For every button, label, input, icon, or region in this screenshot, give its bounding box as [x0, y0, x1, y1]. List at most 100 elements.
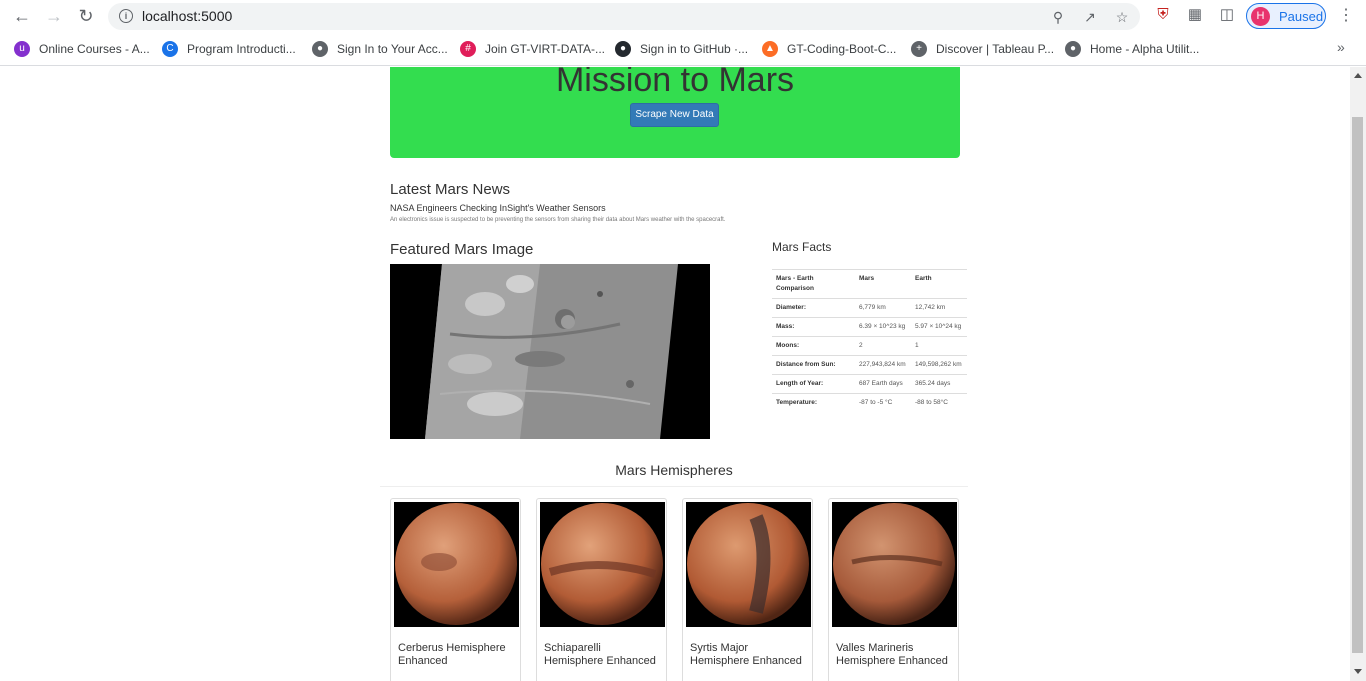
row-label: Moons:	[772, 336, 855, 356]
online-courses-icon: u	[14, 41, 30, 57]
row-label: Length of Year:	[772, 374, 855, 394]
row-label: Temperature:	[772, 393, 855, 412]
bookmark-label: Online Courses - A...	[39, 42, 150, 56]
bookmark-label: Sign in to GitHub ·...	[640, 42, 749, 56]
earth-value: 365.24 days	[911, 374, 967, 394]
scrape-button[interactable]: Scrape New Data	[630, 103, 719, 127]
bookmarks-overflow-icon[interactable]: »	[1337, 39, 1345, 55]
table-row: Moons: 2 1	[772, 336, 967, 356]
mars-value: 6.39 × 10^23 kg	[855, 317, 911, 337]
divider	[380, 486, 968, 487]
bookmark-label: GT-Coding-Boot-C...	[787, 42, 897, 56]
site-info-icon[interactable]: i	[119, 9, 133, 23]
zoom-icon[interactable]: ⚲	[1050, 9, 1066, 25]
bookmark-label: Discover | Tableau P...	[936, 42, 1055, 56]
scroll-down-arrow-icon[interactable]	[1354, 669, 1362, 674]
address-bar[interactable]: i localhost:5000 ⚲ ↗ ☆	[108, 3, 1140, 30]
bookmark-label: Sign In to Your Acc...	[337, 42, 448, 56]
hemisphere-title[interactable]: Cerberus Hemisphere Enhanced	[398, 642, 516, 668]
back-arrow-icon[interactable]: ←	[10, 5, 34, 27]
bookmark-star-icon[interactable]: ☆	[1114, 9, 1130, 25]
bookmark-label: Join GT-VIRT-DATA-...	[485, 42, 606, 56]
page-title: Mission to Mars	[555, 67, 795, 99]
page-viewport: Mission to Mars Scrape New Data Latest M…	[0, 67, 1350, 681]
hemisphere-card[interactable]: Schiaparelli Hemisphere Enhanced	[536, 498, 667, 681]
table-row: Temperature: -87 to -5 °C -88 to 58°C	[772, 393, 967, 412]
hemisphere-title[interactable]: Valles Marineris Hemisphere Enhanced	[836, 642, 954, 668]
hemisphere-image[interactable]	[540, 502, 665, 627]
table-row: Distance from Sun: 227,943,824 km 149,59…	[772, 355, 967, 375]
bookmark-item[interactable]: C Program Introducti...	[162, 40, 296, 58]
earth-value: 1	[911, 336, 967, 356]
side-panel-icon[interactable]: ◫	[1218, 6, 1236, 24]
table-row: Length of Year: 687 Earth days 365.24 da…	[772, 374, 967, 394]
row-label: Distance from Sun:	[772, 355, 855, 375]
address-url: localhost:5000	[142, 8, 233, 24]
bookmark-item[interactable]: ▲ GT-Coding-Boot-C...	[762, 40, 896, 58]
scroll-up-arrow-icon[interactable]	[1354, 73, 1362, 78]
row-label: Diameter:	[772, 298, 855, 318]
profile-button[interactable]: H Paused	[1246, 3, 1326, 29]
profile-status: Paused	[1279, 9, 1324, 24]
bookmark-item[interactable]: u Online Courses - A...	[14, 40, 150, 58]
program-intro-icon: C	[162, 41, 178, 57]
extension-shield-icon[interactable]: ⛨	[1154, 6, 1172, 24]
bookmark-label: Program Introducti...	[187, 42, 296, 56]
reload-icon[interactable]: ↻	[74, 5, 98, 27]
hemisphere-card[interactable]: Valles Marineris Hemisphere Enhanced	[828, 498, 959, 681]
row-label: Mass:	[772, 317, 855, 337]
mars-value: 2	[855, 336, 911, 356]
globe-icon: ●	[312, 41, 328, 57]
hemisphere-card[interactable]: Syrtis Major Hemisphere Enhanced	[682, 498, 813, 681]
hemisphere-title[interactable]: Syrtis Major Hemisphere Enhanced	[690, 642, 808, 668]
share-icon[interactable]: ↗	[1082, 9, 1098, 25]
facts-heading: Mars Facts	[772, 240, 832, 254]
featured-heading: Featured Mars Image	[390, 241, 534, 258]
mars-value: 687 Earth days	[855, 374, 911, 394]
table-row: Mass: 6.39 × 10^23 kg 5.97 × 10^24 kg	[772, 317, 967, 337]
jumbotron: Mission to Mars Scrape New Data	[390, 67, 960, 158]
bookmark-item[interactable]: ● Home - Alpha Utilit...	[1065, 40, 1199, 58]
more-menu-icon[interactable]: ⋮	[1338, 7, 1354, 25]
facts-table: Mars - Earth Comparison Mars Earth Diame…	[772, 269, 967, 412]
bookmark-item[interactable]: ● Sign in to GitHub ·...	[615, 40, 748, 58]
column-header: Mars	[855, 269, 911, 299]
bookmark-label: Home - Alpha Utilit...	[1090, 42, 1200, 56]
featured-image[interactable]	[390, 264, 710, 439]
globe-icon: ●	[1065, 41, 1081, 57]
vertical-scrollbar[interactable]	[1350, 67, 1366, 681]
bookmark-item[interactable]: + Discover | Tableau P...	[911, 40, 1054, 58]
news-paragraph: An electronics issue is suspected to be …	[390, 217, 726, 223]
hemisphere-image[interactable]	[832, 502, 957, 627]
scrollbar-thumb[interactable]	[1352, 117, 1363, 653]
earth-value: 149,598,262 km	[911, 355, 967, 375]
column-header: Earth	[911, 269, 967, 299]
avatar: H	[1251, 7, 1270, 26]
news-title: NASA Engineers Checking InSight's Weathe…	[390, 203, 606, 213]
hemisphere-image[interactable]	[394, 502, 519, 627]
hemisphere-card[interactable]: Cerberus Hemisphere Enhanced	[390, 498, 521, 681]
forward-arrow-icon[interactable]: →	[42, 5, 66, 27]
slack-icon: #	[460, 41, 476, 57]
earth-value: 5.97 × 10^24 kg	[911, 317, 967, 337]
mars-value: 6,779 km	[855, 298, 911, 318]
github-icon: ●	[615, 41, 631, 57]
hemispheres-heading: Mars Hemispheres	[615, 462, 733, 478]
bookmark-item[interactable]: ● Sign In to Your Acc...	[312, 40, 448, 58]
mars-value: -87 to -5 °C	[855, 393, 911, 412]
table-header-row: Mars - Earth Comparison Mars Earth	[772, 269, 967, 299]
hemisphere-image[interactable]	[686, 502, 811, 627]
table-row: Diameter: 6,779 km 12,742 km	[772, 298, 967, 318]
column-header: Mars - Earth Comparison	[772, 269, 855, 299]
extensions-puzzle-icon[interactable]: ▦	[1186, 6, 1204, 24]
earth-value: -88 to 58°C	[911, 393, 967, 412]
earth-value: 12,742 km	[911, 298, 967, 318]
browser-toolbar: ← → ↻ i localhost:5000 ⚲ ↗ ☆ ⛨ ▦ ◫ H Pau…	[0, 0, 1366, 33]
news-heading: Latest Mars News	[390, 181, 511, 198]
bookmark-item[interactable]: # Join GT-VIRT-DATA-...	[460, 40, 605, 58]
gitlab-icon: ▲	[762, 41, 778, 57]
bookmarks-bar: u Online Courses - A... C Program Introduc…	[0, 33, 1366, 66]
mars-value: 227,943,824 km	[855, 355, 911, 375]
hemisphere-title[interactable]: Schiaparelli Hemisphere Enhanced	[544, 642, 662, 668]
tableau-icon: +	[911, 41, 927, 57]
